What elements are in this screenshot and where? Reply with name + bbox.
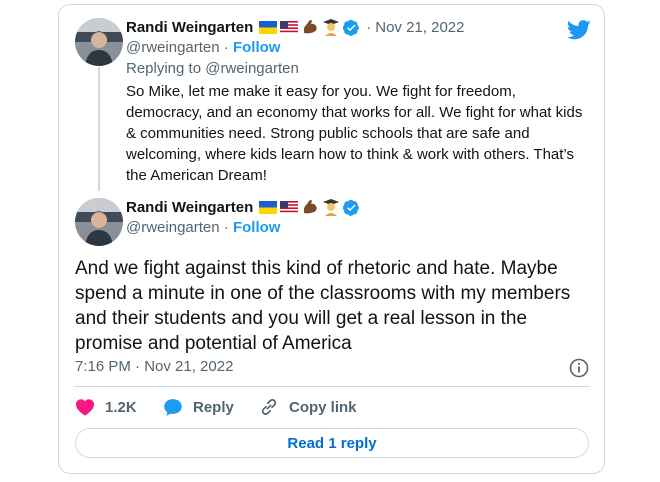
follow-button[interactable]: Follow [233, 39, 281, 56]
follow-button[interactable]: Follow [233, 219, 281, 236]
copy-link-label: Copy link [289, 398, 357, 416]
avatar[interactable] [75, 18, 123, 66]
avatar[interactable] [75, 198, 123, 246]
us-flag-icon [280, 20, 299, 34]
reply-label: Reply [193, 398, 234, 416]
author-handle[interactable]: @rweingarten [126, 39, 220, 56]
author-name[interactable]: Randi Weingarten [126, 199, 253, 216]
read-replies-label: Read 1 reply [287, 434, 377, 452]
divider [74, 386, 590, 387]
ukraine-flag-icon [259, 20, 278, 34]
replying-to-handle[interactable]: @rweingarten [205, 60, 299, 77]
name-emojis [256, 18, 340, 36]
like-count: 1.2K [105, 398, 137, 416]
author-handle[interactable]: @rweingarten [126, 219, 220, 236]
heart-icon [76, 399, 94, 416]
separator: · [366, 18, 372, 36]
flexed-biceps-icon [304, 20, 317, 34]
reply-author-row: Randi Weingarten · Nov 21, 2022 [126, 18, 464, 36]
avatar-photo [75, 18, 123, 66]
thread-connector [98, 67, 100, 191]
replying-to-prefix: Replying to [126, 60, 202, 77]
avatar-photo [75, 198, 123, 246]
author-name[interactable]: Randi Weingarten [126, 19, 253, 36]
verified-badge-icon [343, 19, 360, 36]
ukraine-flag-icon [259, 200, 278, 214]
like-button[interactable]: 1.2K [75, 397, 155, 417]
read-replies-button[interactable]: Read 1 reply [75, 428, 589, 458]
graduate-icon [323, 19, 340, 36]
main-tweet-text: And we fight against this kind of rhetor… [75, 258, 571, 354]
reply-tweet-text: So Mike, let me make it easy for you. We… [126, 83, 583, 184]
separator: · [223, 219, 229, 236]
flexed-biceps-icon [304, 200, 317, 214]
graduate-icon [323, 199, 340, 216]
main-author-row: Randi Weingarten [126, 198, 360, 216]
tweet-timestamp[interactable]: 7:16 PM · Nov 21, 2022 [75, 358, 233, 375]
reply-bubble-icon [164, 398, 182, 416]
link-icon [261, 399, 277, 415]
copy-link-button[interactable]: Copy link [259, 397, 357, 417]
separator: · [223, 39, 229, 56]
replying-to: Replying to @rweingarten [126, 60, 299, 77]
name-emojis [256, 198, 340, 216]
twitter-bird-icon[interactable] [567, 20, 591, 40]
main-handle-row: @rweingarten · Follow [126, 219, 280, 236]
reply-button[interactable]: Reply [163, 397, 251, 417]
action-bar: 1.2K Reply Copy link [75, 397, 357, 417]
info-icon[interactable] [569, 358, 589, 378]
us-flag-icon [280, 200, 299, 214]
tweet-card: Randi Weingarten · Nov 21, 2022 @rweinga… [58, 4, 605, 474]
verified-badge-icon [343, 199, 360, 216]
tweet-date[interactable]: Nov 21, 2022 [375, 19, 464, 36]
reply-handle-row: @rweingarten · Follow [126, 39, 280, 56]
